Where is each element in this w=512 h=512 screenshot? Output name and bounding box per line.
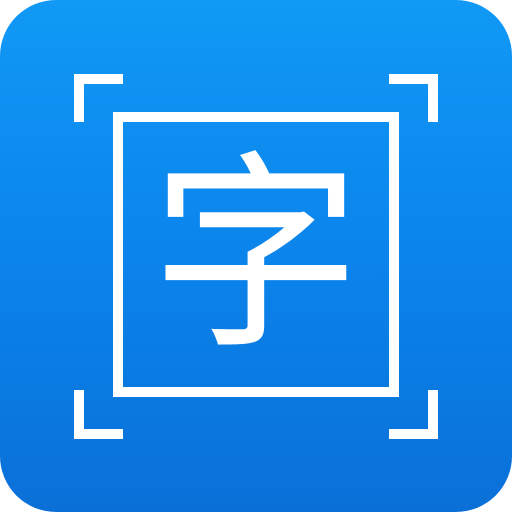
character-label: 字 [150,133,361,378]
app-icon[interactable]: 字 [0,0,512,512]
